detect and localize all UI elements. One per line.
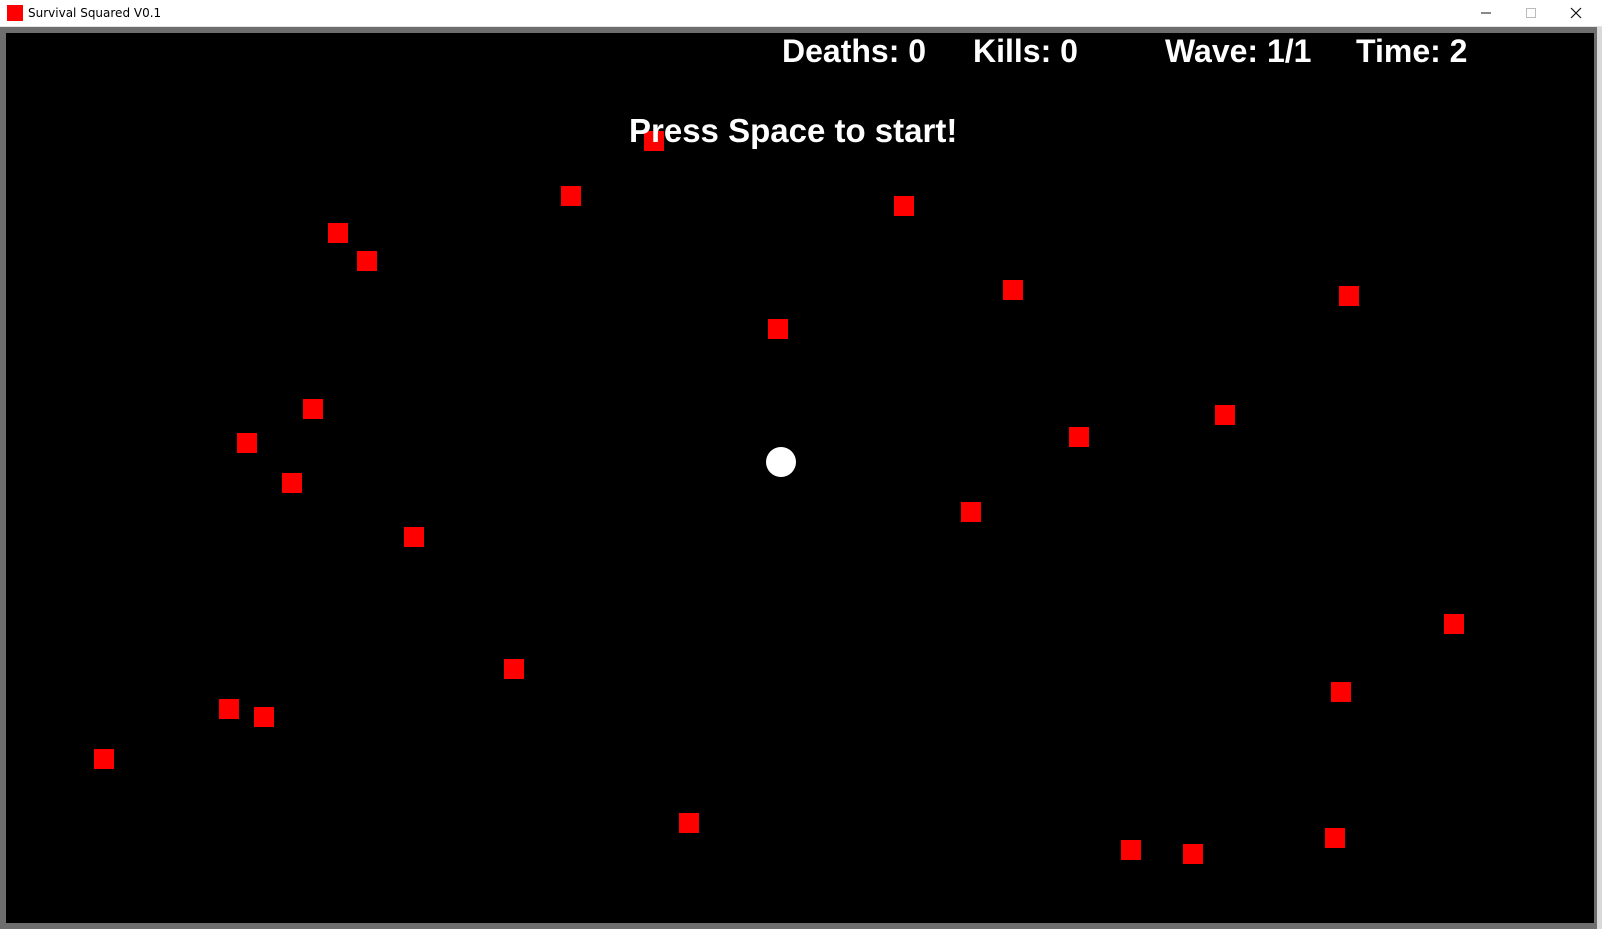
time-counter: Time: 2 [1356, 33, 1468, 69]
wave-counter: Wave: 1/1 [1165, 33, 1312, 69]
deaths-counter: Deaths: 0 [782, 33, 927, 69]
enemy-square [1215, 405, 1235, 425]
enemy-square [1183, 844, 1203, 864]
close-icon [1570, 7, 1581, 19]
enemy-square [357, 251, 377, 271]
enemy-square [768, 319, 788, 339]
minimize-button[interactable] [1463, 0, 1508, 26]
enemy-square [219, 699, 239, 719]
player-circle [766, 447, 796, 477]
enemy-square [254, 707, 274, 727]
enemy-square [237, 433, 257, 453]
enemy-square [679, 813, 699, 833]
game-canvas[interactable]: Deaths: 0 Kills: 0 Wave: 1/1 Time: 2 Pre… [6, 33, 1594, 923]
enemy-square [94, 749, 114, 769]
kills-counter: Kills: 0 [973, 33, 1078, 69]
enemy-square [894, 196, 914, 216]
enemy-square [404, 527, 424, 547]
enemy-square [1069, 427, 1089, 447]
enemy-square [1331, 682, 1351, 702]
enemy-square [1003, 280, 1023, 300]
enemy-square [303, 399, 323, 419]
enemy-square [561, 186, 581, 206]
enemy-square [1325, 828, 1345, 848]
window-edge [1597, 27, 1602, 929]
enemy-square [1339, 286, 1359, 306]
enemy-square [504, 659, 524, 679]
window-title: Survival Squared V0.1 [28, 6, 162, 20]
enemy-square [961, 502, 981, 522]
enemy-square [328, 223, 348, 243]
close-button[interactable] [1553, 0, 1598, 26]
title-bar[interactable]: Survival Squared V0.1 [0, 0, 1602, 27]
enemy-square [282, 473, 302, 493]
minimize-icon [1480, 12, 1491, 14]
maximize-icon [1525, 8, 1536, 18]
game-window: Survival Squared V0.1 Deaths: 0 Kills: 0… [0, 0, 1602, 929]
maximize-button[interactable] [1508, 0, 1553, 26]
start-prompt: Press Space to start! [629, 112, 958, 149]
enemy-square [1444, 614, 1464, 634]
enemy-square [1121, 840, 1141, 860]
app-icon [7, 5, 23, 21]
